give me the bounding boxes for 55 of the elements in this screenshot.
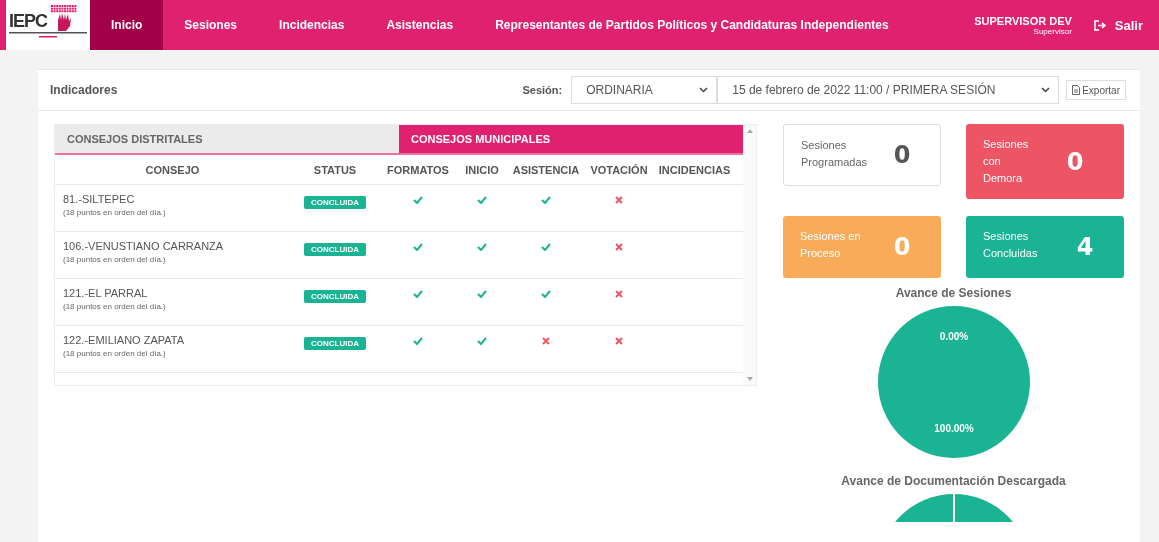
column-header: ASISTENCIA [511,163,581,176]
column-header: CONSEJO [144,163,201,176]
stat-label: Sesiones Programadas [801,138,869,170]
export-button[interactable]: Exportar [1066,80,1126,100]
column-header: INICIO [464,163,500,176]
user-role: Supervisor [1033,26,1072,36]
scroll-down-icon[interactable] [746,377,753,381]
stat-value: 4 [1075,233,1095,261]
council-note: (18 puntos en orden del día.) [63,255,167,264]
stat-label: Sesiones en Proceso [800,229,862,261]
sign-out-icon [1093,19,1107,31]
nav-link[interactable]: Sesiones [163,0,259,50]
nav-link[interactable]: Asistencias [365,0,475,50]
tab[interactable]: CONSEJOS MUNICIPALES [399,125,743,153]
column-header: FORMATOS [386,163,450,176]
hand-logo-icon [49,4,79,32]
status-badge: CONCLUIDA [304,196,366,209]
status-badge: CONCLUIDA [304,243,366,256]
stat-label: Sesiones Concluidas [983,229,1039,261]
nav-link[interactable]: Inicio [90,0,164,50]
session-type-select[interactable]: ORDINARIA [571,76,718,104]
column-header: STATUS [312,163,358,176]
chart-title: Avance de Documentación Descargada [841,474,1066,488]
session-date-select[interactable]: 15 de febrero de 2022 11:00 / PRIMERA SESIÓN [717,76,1060,104]
tab[interactable]: CONSEJOS DISTRITALES [55,125,399,153]
council-name: 122.-EMILIANO ZAPATA [63,334,186,346]
panel-title: Indicadores [50,83,118,97]
column-header: INCIDENCIAS [657,163,732,176]
council-note: (18 puntos en orden del día.) [63,302,167,311]
council-name: 121.-EL PARRAL [63,287,149,299]
scrollbar[interactable] [743,125,756,385]
stat-value: 0 [892,141,912,169]
chevron-down-icon [699,87,709,93]
status-badge: CONCLUIDA [304,290,366,303]
document-icon [1072,85,1081,95]
slice-label: 0.00% [939,331,968,342]
logo: IEPC [6,0,90,50]
status-badge: CONCLUIDA [304,337,366,350]
nav-link[interactable]: Representantes de Partidos Políticos y Candidaturas Independientes [474,0,910,50]
chart-title: Avance de Sesiones [895,286,1012,300]
council-note: (18 puntos en orden del día.) [63,349,167,358]
council-name: 81.-SILTEPEC [63,193,136,205]
slice-label: 100.00% [933,423,974,434]
council-name: 106.-VENUSTIANO CARRANZA [63,240,225,252]
stat-label: Sesiones con Demora [983,137,1030,186]
chevron-down-icon [1041,87,1051,93]
user-name: SUPERVISOR DEV [974,14,1072,27]
council-note: (18 puntos en orden del día.) [63,208,167,217]
stat-value: 0 [1065,147,1085,176]
column-header: VOTACIÓN [589,163,649,176]
nav-link[interactable]: Incidencias [258,0,366,50]
stat-value: 0 [892,233,912,261]
session-label: Sesión: [522,84,563,96]
logout-link[interactable]: Salir [1093,0,1159,50]
scroll-up-icon[interactable] [746,129,753,133]
